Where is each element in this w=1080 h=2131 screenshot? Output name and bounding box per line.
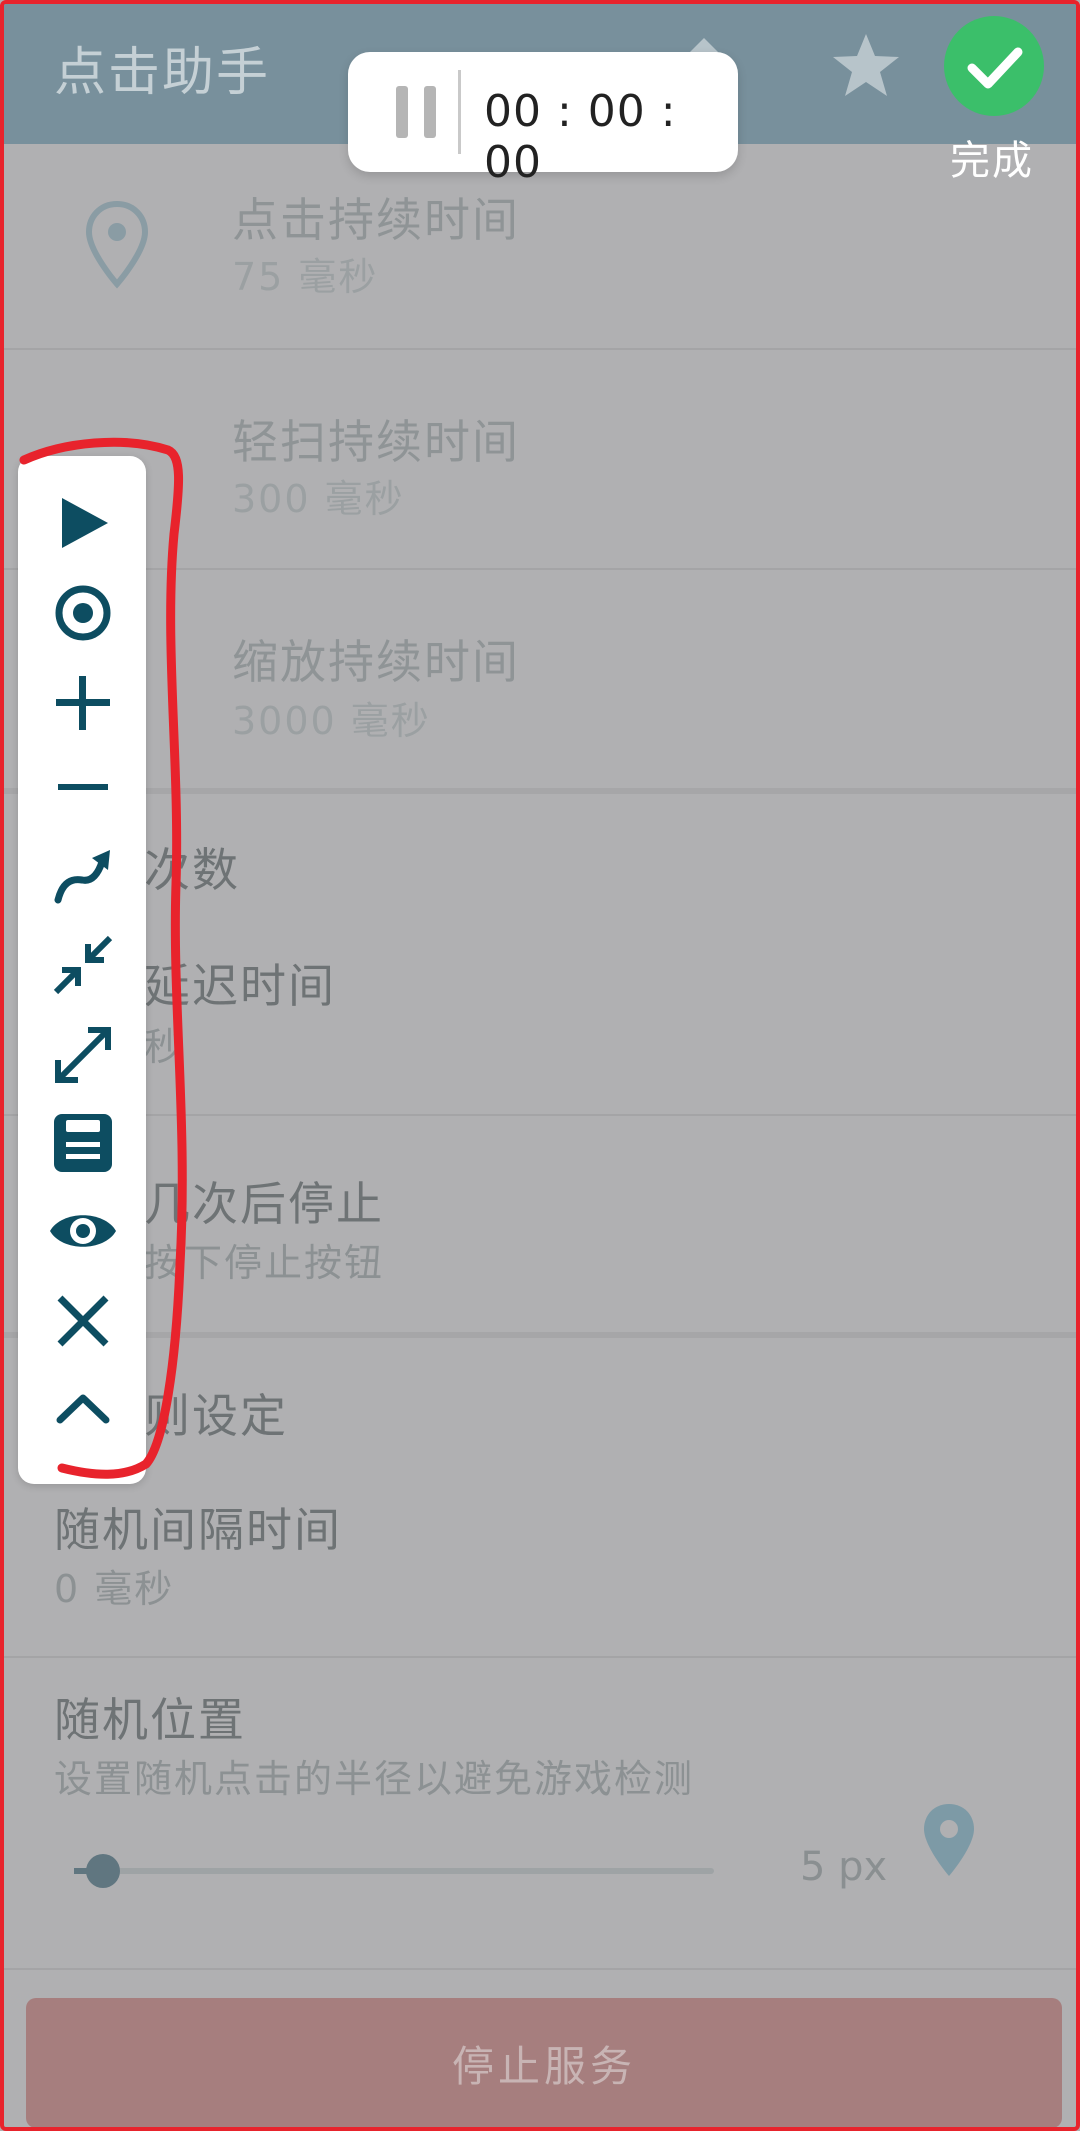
save-icon[interactable] <box>48 1108 118 1178</box>
watermark: ··· <box>1016 2120 1032 2131</box>
row-subtitle: 300 毫秒 <box>232 477 405 521</box>
timer-separator <box>458 70 461 154</box>
close-icon[interactable] <box>48 1286 118 1356</box>
app-title: 点击助手 <box>54 43 271 103</box>
location-pin-icon <box>85 200 149 289</box>
row-title: 轻扫持续时间 <box>232 415 520 469</box>
swipe-duration-row[interactable]: 轻扫持续时间 300 毫秒 <box>4 350 1076 570</box>
expand-icon[interactable] <box>48 1020 118 1090</box>
target-icon[interactable] <box>48 578 118 648</box>
chevron-up-icon[interactable] <box>48 1374 118 1444</box>
row-subtitle: 3000 毫秒 <box>232 699 431 743</box>
radius-value: 5 px <box>800 1844 888 1890</box>
row-subtitle: 按下停止按钮 <box>144 1241 385 1285</box>
pinch-duration-row[interactable]: 缩放持续时间 3000 毫秒 <box>4 570 1076 790</box>
row-subtitle: 75 毫秒 <box>232 255 379 299</box>
pinch-icon[interactable] <box>48 930 118 1000</box>
floating-toolbar <box>18 456 146 1484</box>
play-icon[interactable] <box>48 488 118 558</box>
row-subtitle: 秒 <box>144 1025 185 1069</box>
stop-service-button[interactable]: 停止服务 <box>26 1998 1062 2127</box>
row-title: 缩放持续时间 <box>232 635 520 689</box>
section-header-count: 次数 <box>144 843 240 897</box>
timer-display: 00 : 00 : 00 <box>484 86 677 188</box>
row-title: 点击持续时间 <box>232 193 520 247</box>
radius-slider-thumb[interactable] <box>86 1854 120 1888</box>
random-position-row: 随机位置 设置随机点击的半径以避免游戏检测 <box>4 1658 1076 1970</box>
random-interval-row[interactable]: 随机间隔时间 0 毫秒 <box>4 1454 1076 1658</box>
radius-slider-track[interactable] <box>82 1868 714 1874</box>
screen: 点击助手 点击持续时间 75 毫秒 轻扫持续时间 300 毫秒 缩放持续时间 3… <box>0 0 1080 2131</box>
row-title: 随机位置 <box>54 1693 246 1747</box>
section-divider <box>4 1332 1076 1338</box>
star-icon[interactable] <box>826 26 906 106</box>
done-button[interactable] <box>944 16 1044 116</box>
row-title: 几次后停止 <box>144 1177 384 1231</box>
section-header-rules: 则设定 <box>144 1389 288 1443</box>
delay-row[interactable]: 延迟时间 秒 <box>4 904 1076 1114</box>
row-title: 随机间隔时间 <box>54 1503 342 1557</box>
check-icon <box>967 47 1023 89</box>
eye-icon[interactable] <box>48 1196 118 1266</box>
done-label: 完成 <box>950 138 1034 184</box>
timer-widget: 00 : 00 : 00 <box>348 52 738 188</box>
minus-icon[interactable] <box>48 752 118 822</box>
pause-icon[interactable] <box>388 82 448 142</box>
section-divider <box>4 788 1076 794</box>
swipe-icon[interactable] <box>48 840 118 910</box>
row-title: 延迟时间 <box>144 959 336 1013</box>
stop-after-row[interactable]: 几次后停止 按下停止按钮 <box>4 1114 1076 1334</box>
plus-icon[interactable] <box>48 668 118 738</box>
location-pin-icon[interactable] <box>920 1800 978 1880</box>
row-subtitle: 0 毫秒 <box>54 1567 175 1611</box>
row-subtitle: 设置随机点击的半径以避免游戏检测 <box>54 1757 695 1801</box>
